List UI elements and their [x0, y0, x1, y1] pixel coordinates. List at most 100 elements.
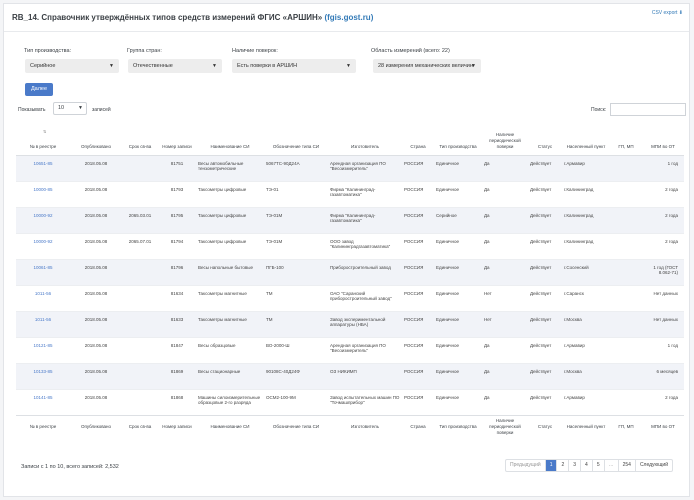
cell-gp-mp: [610, 285, 642, 311]
production-type-select[interactable]: Серийное ▼: [25, 59, 119, 73]
column-header[interactable]: Обозначение типа СИ: [264, 123, 328, 156]
cell-country: РОССИЯ: [404, 160, 424, 166]
column-footer: ГП, МП: [610, 414, 642, 441]
cell-manufacturer: Приборостроительный завод: [330, 264, 391, 270]
column-header-label: Тип производства: [439, 143, 477, 149]
column-header-label: Населенный пункт: [566, 143, 606, 149]
cell-registry-number[interactable]: 10121-85: [16, 337, 70, 363]
registry-link[interactable]: 10121-85: [33, 343, 52, 348]
cell-registry-number[interactable]: 10000-85: [16, 181, 70, 207]
cell-locality: г.Калининград: [564, 186, 594, 192]
cell-gp-mp: [610, 311, 642, 337]
apply-button[interactable]: Далее: [25, 83, 53, 96]
cell-record-number: 81751: [170, 160, 184, 166]
cell-locality: г.Армавир: [564, 160, 585, 166]
cell-status: Действует: [530, 342, 552, 348]
cell-registry-number[interactable]: 10000-92: [16, 233, 70, 259]
cell-certificate-term: 2065.03.01: [128, 212, 152, 218]
cell-manufacturer: Фирма "Калининград-газавтоматика": [330, 186, 376, 198]
column-footer: МПИ во ОТ: [642, 414, 684, 441]
page-button[interactable]: 4: [580, 460, 592, 471]
prev-page-button[interactable]: Предыдущий: [506, 460, 545, 471]
column-header[interactable]: Страна: [402, 123, 434, 156]
column-header-label: Изготовитель: [351, 143, 379, 149]
registry-link[interactable]: 10000-92: [33, 213, 52, 218]
measurement-area-select[interactable]: 28 измерения механических величин ▼: [373, 59, 481, 73]
cell-record-number: 81795: [170, 212, 184, 218]
column-header[interactable]: Опубликовано: [70, 123, 122, 156]
table-row[interactable]: 10651-85 2018.05.08 81751 Весы автомобильны…: [16, 155, 684, 181]
verifications-select[interactable]: Есть поверки в АРШИН ▼: [232, 59, 356, 73]
column-header-label: Статус: [537, 143, 553, 149]
production-type-value: Серийное: [30, 63, 56, 69]
table-row[interactable]: 10121-85 2018.05.08 81847 Весы образцовые ВО…: [16, 337, 684, 363]
next-page-button[interactable]: Следующий: [634, 460, 672, 471]
cell-gp-mp: [610, 207, 642, 233]
table-row[interactable]: 10141-85 2018.05.08 81868 Машины силоизмери…: [16, 389, 684, 415]
registry-link[interactable]: 10000-92: [33, 239, 52, 244]
registry-link[interactable]: 10133-85: [33, 369, 52, 374]
column-header[interactable]: Номер записи: [158, 123, 196, 156]
column-header[interactable]: МПИ во ОТ: [642, 123, 684, 156]
column-header[interactable]: Статус: [528, 123, 562, 156]
cell-gp-mp: [610, 259, 642, 285]
column-header[interactable]: ⇅ № в реестре: [16, 123, 70, 156]
page-button[interactable]: 5: [591, 460, 604, 471]
registry-link[interactable]: 10141-85: [33, 395, 52, 400]
cell-periodic-verification: Да: [484, 238, 490, 244]
cell-registry-number[interactable]: 10133-85: [16, 363, 70, 389]
cell-locality: г.Сосенский: [564, 264, 589, 270]
column-header[interactable]: Срок св-ва: [122, 123, 158, 156]
column-header[interactable]: ГП, МП: [610, 123, 642, 156]
cell-registry-number[interactable]: 10651-85: [16, 155, 70, 181]
country-group-select[interactable]: Отечественные ▼: [128, 59, 222, 73]
cell-registry-number[interactable]: 1011-56: [16, 285, 70, 311]
cell-locality: г.Саранск: [564, 290, 584, 296]
source-link[interactable]: (fgis.gost.ru): [324, 13, 373, 22]
cell-manufacturer: Фирма "Калининград-газавтоматика": [330, 212, 376, 224]
cell-interval: Нет данных: [653, 290, 679, 296]
chevron-down-icon: ▼: [471, 63, 476, 69]
page-length-select[interactable]: 10 ▼: [53, 102, 87, 115]
registry-link[interactable]: 1011-56: [35, 291, 51, 296]
table-row[interactable]: 10000-85 2018.05.08 81793 Таксометры цифров…: [16, 181, 684, 207]
cell-registry-number[interactable]: 10061-85: [16, 259, 70, 285]
table-row[interactable]: 1011-56 2018.05.08 81634 Таксометры магнитн…: [16, 285, 684, 311]
page-title-text: RB_14. Справочник утверждённых типов сре…: [12, 13, 323, 22]
search-input[interactable]: [610, 103, 686, 116]
table-row[interactable]: 10133-85 2018.05.08 81869 Весы стационарные…: [16, 363, 684, 389]
filter-label-measurement-area: Область измерений (всего: 22): [371, 48, 450, 54]
registry-link[interactable]: 10061-85: [33, 265, 52, 270]
column-header[interactable]: Наименование СИ: [196, 123, 264, 156]
cell-interval: 1 год: [667, 160, 678, 166]
cell-published-date: 2018.05.08: [84, 264, 108, 270]
cell-manufacturer: Завод экспериментальной аппаратуры (НБА): [330, 316, 386, 328]
cell-registry-number[interactable]: 1011-56: [16, 311, 70, 337]
table-row[interactable]: 10000-92 2018.05.08 2065.07.01 81794 Таксоме…: [16, 233, 684, 259]
cell-gp-mp: [610, 233, 642, 259]
cell-registry-number[interactable]: 10141-85: [16, 389, 70, 415]
cell-registry-number[interactable]: 10000-92: [16, 207, 70, 233]
column-header[interactable]: Наличие периодической поверки: [482, 123, 528, 156]
cell-record-number: 81634: [170, 290, 184, 296]
page-button[interactable]: 2: [556, 460, 568, 471]
cell-status: Действует: [530, 264, 552, 270]
page-button[interactable]: 1: [544, 460, 557, 471]
table-row[interactable]: 10061-85 2018.05.08 81796 Весы напольные бы…: [16, 259, 684, 285]
column-header[interactable]: Населенный пункт: [562, 123, 610, 156]
chevron-down-icon: ▼: [78, 105, 83, 111]
search-label: Поиск:: [591, 107, 607, 113]
registry-link[interactable]: 1011-56: [35, 317, 51, 322]
page-button[interactable]: 254: [617, 460, 635, 471]
cell-instrument-name: Весы напольные бытовые: [198, 264, 253, 270]
table-row[interactable]: 1011-56 2018.05.08 81633 Таксометры магнитн…: [16, 311, 684, 337]
table-row[interactable]: 10000-92 2018.05.08 2065.03.01 81795 Таксоме…: [16, 207, 684, 233]
csv-export-link[interactable]: CSV export ⬇: [652, 10, 683, 16]
registry-link[interactable]: 10000-85: [33, 187, 52, 192]
column-header[interactable]: Изготовитель: [328, 123, 402, 156]
column-header[interactable]: Тип производства: [434, 123, 482, 156]
entries-label: записей: [92, 107, 111, 113]
page-button[interactable]: 3: [568, 460, 580, 471]
cell-gp-mp: [610, 389, 642, 415]
registry-link[interactable]: 10651-85: [33, 161, 52, 166]
